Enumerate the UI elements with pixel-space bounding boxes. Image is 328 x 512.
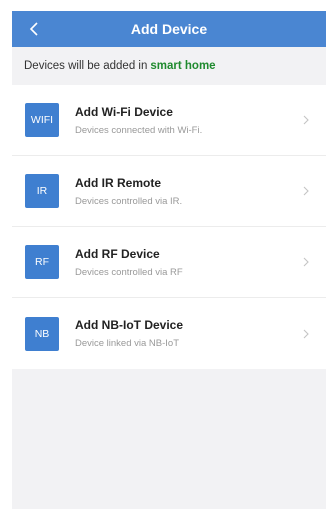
header-bar: Add Device	[12, 11, 326, 47]
home-name: smart home	[150, 60, 216, 72]
app-screen: Add Device Devices will be added in smar…	[12, 11, 326, 509]
notice-text: Devices will be added in	[24, 60, 148, 72]
list-item-subtitle: Devices controlled via IR.	[75, 195, 183, 207]
chevron-right-icon	[303, 115, 309, 125]
list-item-text: Add RF Device Devices controlled via RF	[75, 247, 183, 278]
list-item-title: Add Wi-Fi Device	[75, 104, 173, 119]
home-notice: Devices will be added in smart home	[12, 47, 326, 85]
chevron-right-icon	[303, 186, 309, 196]
list-item-wifi[interactable]: WIFI Add Wi-Fi Device Devices connected …	[12, 85, 326, 156]
list-item-subtitle: Device linked via NB-IoT	[75, 338, 180, 349]
list-item-text: Add Wi-Fi Device Devices connected with …	[75, 105, 202, 136]
nb-badge-icon: NB	[25, 316, 59, 351]
list-item-title: Add IR Remote	[75, 175, 162, 190]
chevron-right-icon	[303, 329, 309, 339]
chevron-left-icon	[29, 22, 38, 36]
list-item-text: Add IR Remote Devices controlled via IR.	[75, 176, 182, 207]
list-item-title: Add RF Device	[75, 246, 160, 261]
wifi-badge-icon: WIFI	[25, 103, 59, 137]
device-type-list: WIFI Add Wi-Fi Device Devices connected …	[12, 85, 326, 369]
list-item-subtitle: Devices controlled via RF	[75, 266, 183, 278]
list-item-text: Add NB-IoT Device Device linked via NB-I…	[75, 318, 183, 349]
back-button[interactable]	[20, 11, 48, 47]
list-item-ir[interactable]: IR Add IR Remote Devices controlled via …	[12, 156, 326, 227]
ir-badge-icon: IR	[25, 174, 59, 208]
list-item-nbiot[interactable]: NB Add NB-IoT Device Device linked via N…	[12, 298, 326, 369]
rf-badge-icon: RF	[25, 245, 59, 279]
chevron-right-icon	[303, 257, 309, 267]
list-item-subtitle: Devices connected with Wi-Fi.	[75, 124, 203, 136]
list-item-title: Add NB-IoT Device	[75, 318, 184, 332]
page-title: Add Device	[130, 21, 208, 37]
list-item-rf[interactable]: RF Add RF Device Devices controlled via …	[12, 227, 326, 298]
